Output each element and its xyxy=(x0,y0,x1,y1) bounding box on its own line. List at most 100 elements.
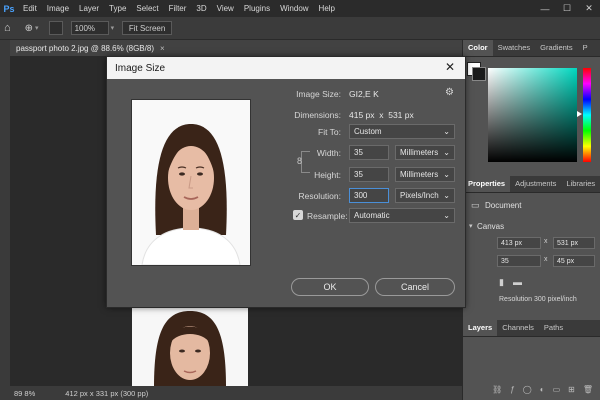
tab-gradients[interactable]: Gradients xyxy=(535,40,578,56)
dimensions-value: 415 px x 531 px xyxy=(349,110,414,120)
color-picker-field[interactable] xyxy=(488,68,577,162)
tab-adjustments[interactable]: Adjustments xyxy=(510,176,561,192)
resolution-input[interactable]: 300 xyxy=(349,188,389,203)
maximize-icon[interactable]: ☐ xyxy=(558,0,576,17)
menu-layer[interactable]: Layer xyxy=(74,0,104,17)
orientation-portrait-icon[interactable]: ▮ xyxy=(499,277,504,288)
delete-layer-icon[interactable]: 🗑 xyxy=(583,385,593,394)
fit-to-select[interactable]: Custom ⌄ xyxy=(349,124,455,139)
resolution-unit-select[interactable]: Pixels/Inch ⌄ xyxy=(395,188,455,203)
document-icon: ▭ xyxy=(471,200,480,210)
scrubby-zoom-checkbox[interactable] xyxy=(48,21,63,35)
document-tab[interactable]: passport photo 2.jpg @ 88.6% (8GB/8) × xyxy=(10,40,462,56)
layers-panel-tabs: Layers Channels Paths xyxy=(463,320,600,337)
menu-help[interactable]: Help xyxy=(314,0,340,17)
layers-footer: ⛓ ƒ ◯ ◐ ▭ ⊞ 🗑 xyxy=(463,378,600,400)
image-size-dialog: Image Size ✕ Image Size: GI2,E K ⚙ Dimen… xyxy=(106,56,466,308)
tab-libraries[interactable]: Libraries xyxy=(561,176,600,192)
canvas-x-field[interactable]: 35 xyxy=(497,255,541,267)
orientation-landscape-icon[interactable]: ▬ xyxy=(513,277,522,287)
chevron-down-icon: ⌄ xyxy=(443,191,450,200)
portrait-image xyxy=(132,303,248,387)
tab-paths[interactable]: Paths xyxy=(539,320,568,336)
menu-3d[interactable]: 3D xyxy=(191,0,211,17)
tab-swatches[interactable]: Swatches xyxy=(493,40,536,56)
tab-properties[interactable]: Properties xyxy=(463,176,511,192)
resample-checkbox[interactable]: ✓ xyxy=(293,210,303,220)
zoom-dropdown-icon[interactable]: ▾ xyxy=(111,24,115,32)
close-window-icon[interactable]: ✕ xyxy=(580,0,598,17)
properties-document-label: Document xyxy=(485,201,522,210)
tab-layers[interactable]: Layers xyxy=(463,320,498,336)
dialog-title-bar[interactable]: Image Size ✕ xyxy=(107,57,465,79)
canvas-width-field[interactable]: 413 px xyxy=(497,237,541,249)
menu-filter[interactable]: Filter xyxy=(164,0,192,17)
properties-resolution-text: Resolution 300 pixel/inch xyxy=(499,296,577,303)
image-size-label: Image Size: xyxy=(296,89,341,99)
width-input[interactable]: 35 xyxy=(349,145,389,160)
tab-channels[interactable]: Channels xyxy=(497,320,539,336)
menu-edit[interactable]: Edit xyxy=(18,0,42,17)
canvas-offset-separator: x xyxy=(544,256,548,263)
background-photo xyxy=(132,303,248,387)
layer-style-icon[interactable]: ƒ xyxy=(510,385,514,394)
dialog-title: Image Size xyxy=(115,62,166,74)
menu-view[interactable]: View xyxy=(212,0,239,17)
canvas-section-chevron-icon[interactable]: ▾ xyxy=(469,222,473,230)
status-bar: 89 8% 412 px x 331 px (300 pp) xyxy=(10,386,462,400)
tab-patterns[interactable]: P xyxy=(578,40,593,56)
options-bar: ⌂ ⊕ ▾ 100% ▾ Fit Screen xyxy=(0,17,600,40)
image-preview[interactable] xyxy=(131,99,251,266)
chevron-down-icon[interactable]: ▾ xyxy=(35,24,39,32)
menu-bar: Ps Edit Image Layer Type Select Filter 3… xyxy=(0,0,600,17)
fit-screen-button[interactable]: Fit Screen xyxy=(122,21,173,35)
height-input[interactable]: 35 xyxy=(349,167,389,182)
image-size-value: GI2,E K xyxy=(349,89,379,99)
resolution-label: Resolution: xyxy=(298,191,341,201)
menu-image[interactable]: Image xyxy=(42,0,74,17)
link-layers-icon[interactable]: ⛓ xyxy=(492,385,502,394)
chevron-down-icon: ⌄ xyxy=(443,127,450,136)
close-tab-icon[interactable]: × xyxy=(160,44,165,53)
tab-color[interactable]: Color xyxy=(463,40,493,56)
close-icon[interactable]: ✕ xyxy=(445,60,455,74)
new-layer-icon[interactable]: ⊞ xyxy=(568,385,575,394)
resample-label: Resample: xyxy=(307,211,348,221)
photoshop-logo-icon[interactable]: Ps xyxy=(0,0,18,17)
menu-plugins[interactable]: Plugins xyxy=(239,0,275,17)
preview-portrait xyxy=(132,100,250,265)
canvas-size-separator: x xyxy=(544,238,548,245)
group-icon[interactable]: ▭ xyxy=(553,385,561,394)
hue-slider[interactable] xyxy=(583,68,591,162)
color-panel-tabs: Color Swatches Gradients P xyxy=(463,40,600,57)
right-panels: Color Swatches Gradients P Properties Ad… xyxy=(462,40,600,400)
menu-window[interactable]: Window xyxy=(275,0,313,17)
resample-select[interactable]: Automatic ⌄ xyxy=(349,208,455,223)
ok-button[interactable]: OK xyxy=(291,278,369,296)
checkmark-icon: ✓ xyxy=(294,210,302,220)
minimize-icon[interactable]: — xyxy=(536,0,554,17)
status-dimensions: 412 px x 331 px (300 pp) xyxy=(65,388,149,398)
chevron-down-icon: ⌄ xyxy=(443,170,450,179)
canvas-section-label: Canvas xyxy=(477,222,505,231)
fit-to-label: Fit To: xyxy=(318,127,341,137)
menu-select[interactable]: Select xyxy=(131,0,163,17)
zoom-level-field[interactable]: 100% xyxy=(70,21,109,35)
status-zoom[interactable]: 89 8% xyxy=(14,389,35,398)
canvas-height-field[interactable]: 531 px xyxy=(553,237,595,249)
background-color-swatch[interactable] xyxy=(472,67,486,81)
chevron-down-icon: ⌄ xyxy=(443,148,450,157)
layer-mask-icon[interactable]: ◯ xyxy=(523,385,532,394)
dimensions-label: Dimensions: xyxy=(294,110,341,120)
width-unit-select[interactable]: Millimeters ⌄ xyxy=(395,145,455,160)
zoom-tool-icon[interactable]: ⊕ xyxy=(25,23,33,34)
height-unit-select[interactable]: Millimeters ⌄ xyxy=(395,167,455,182)
home-icon[interactable]: ⌂ xyxy=(4,22,11,34)
gear-icon[interactable]: ⚙ xyxy=(445,87,454,98)
adjustment-layer-icon[interactable]: ◐ xyxy=(540,385,545,394)
hue-slider-handle[interactable] xyxy=(577,111,582,117)
menu-type[interactable]: Type xyxy=(104,0,131,17)
cancel-button[interactable]: Cancel xyxy=(375,278,455,296)
canvas-y-field[interactable]: 45 px xyxy=(553,255,595,267)
document-tab-title: passport photo 2.jpg @ 88.6% (8GB/8) xyxy=(16,43,154,53)
